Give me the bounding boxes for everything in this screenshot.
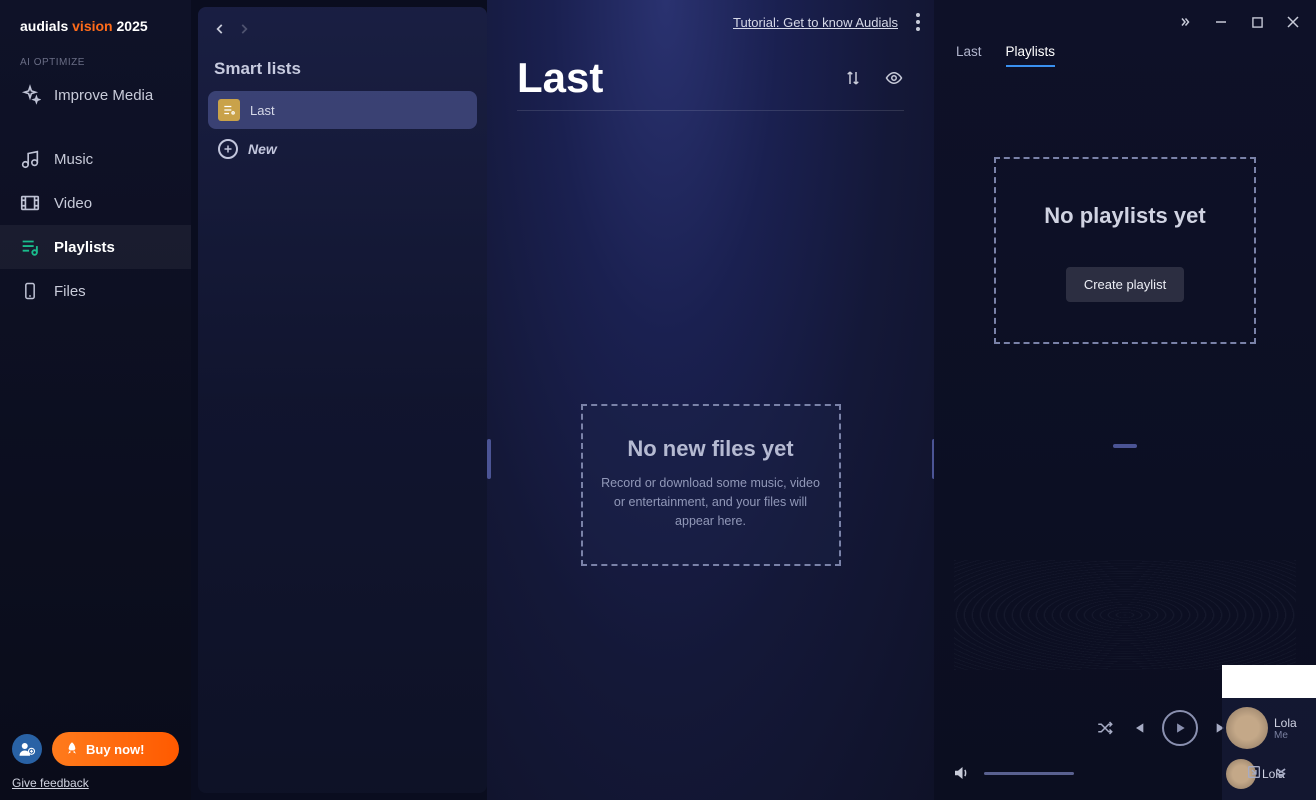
track-subtitle: Me xyxy=(1274,730,1297,741)
nav-item-label: Playlists xyxy=(54,239,115,256)
page-title: Last xyxy=(517,54,603,102)
smart-list-new-button[interactable]: New xyxy=(208,129,477,169)
nav-item-label: Files xyxy=(54,283,86,300)
play-button[interactable] xyxy=(1162,710,1198,746)
search-input-peek[interactable] xyxy=(1222,665,1316,698)
device-icon xyxy=(18,279,42,303)
main-titlebar: Tutorial: Get to know Audials xyxy=(487,0,934,44)
nav-forward-button[interactable] xyxy=(237,19,251,39)
panel-resize-handle-left[interactable] xyxy=(487,439,491,479)
logo-text-b: vision xyxy=(72,18,112,34)
empty-state-subtitle: Record or download some music, video or … xyxy=(601,474,821,530)
user-icon xyxy=(18,740,36,758)
give-feedback-link[interactable]: Give feedback xyxy=(12,776,179,790)
nav-playlists[interactable]: Playlists xyxy=(0,225,191,269)
nav-item-label: Video xyxy=(54,195,92,212)
list-tile-icon xyxy=(218,99,240,121)
maximize-button[interactable] xyxy=(1248,13,1266,31)
play-icon xyxy=(1173,721,1187,735)
nav-files[interactable]: Files xyxy=(0,269,191,313)
page-title-row: Last xyxy=(517,54,904,111)
playlist-icon xyxy=(18,235,42,259)
smart-item-label: Last xyxy=(250,103,275,118)
create-playlist-button[interactable]: Create playlist xyxy=(1066,267,1184,302)
volume-icon[interactable] xyxy=(952,764,970,782)
nav-back-button[interactable] xyxy=(213,19,227,39)
more-menu-button[interactable] xyxy=(916,13,920,31)
empty-state-title: No new files yet xyxy=(601,436,821,462)
track-thumbnail xyxy=(1226,707,1268,749)
main-content-area: Tutorial: Get to know Audials Last No ne… xyxy=(487,0,934,800)
main-body: Last No new files yet Record or download… xyxy=(487,44,934,800)
track-item[interactable]: Lola Me xyxy=(1222,702,1316,754)
volume-slider[interactable] xyxy=(984,772,1074,775)
smart-list-item-last[interactable]: Last xyxy=(208,91,477,129)
smart-lists-panel: Smart lists Last New xyxy=(198,7,487,793)
view-button[interactable] xyxy=(884,69,904,87)
sort-button[interactable] xyxy=(844,69,862,87)
sparkle-icon xyxy=(18,83,42,107)
expand-panel-button[interactable] xyxy=(1176,13,1194,31)
logo-text-c: 2025 xyxy=(117,18,148,34)
right-tabs: Last Playlists xyxy=(934,44,1316,77)
panel-drag-handle[interactable] xyxy=(1113,444,1137,448)
plus-circle-icon xyxy=(218,139,238,159)
nav-video[interactable]: Video xyxy=(0,181,191,225)
track-title: Lola xyxy=(1274,716,1297,730)
music-note-icon xyxy=(18,147,42,171)
smart-new-label: New xyxy=(248,141,277,157)
smart-lists-heading: Smart lists xyxy=(208,57,477,91)
nav-section-label: AI OPTIMIZE xyxy=(0,54,191,73)
buy-now-button[interactable]: Buy now! xyxy=(52,732,179,766)
empty-state-box: No new files yet Record or download some… xyxy=(581,404,841,566)
playlists-empty-title: No playlists yet xyxy=(1016,203,1234,229)
corner-buttons xyxy=(1246,764,1288,780)
film-icon xyxy=(18,191,42,215)
playlists-empty-box: No playlists yet Create playlist xyxy=(994,157,1256,344)
nav-item-label: Improve Media xyxy=(54,87,153,104)
logo-text-a: audials xyxy=(20,18,68,34)
soundwave-decoration xyxy=(954,560,1296,670)
app-logo: audials vision 2025 xyxy=(0,0,191,54)
rocket-icon xyxy=(64,741,80,757)
pop-out-button[interactable] xyxy=(1246,764,1262,780)
collapse-button[interactable] xyxy=(1274,764,1288,780)
tab-playlists[interactable]: Playlists xyxy=(1006,44,1056,67)
previous-button[interactable] xyxy=(1130,720,1146,736)
buy-now-label: Buy now! xyxy=(86,742,145,757)
user-avatar-button[interactable] xyxy=(12,734,42,764)
nav-improve-media[interactable]: Improve Media xyxy=(0,73,191,117)
minimize-button[interactable] xyxy=(1212,13,1230,31)
nav-music[interactable]: Music xyxy=(0,137,191,181)
sidebar-footer: Buy now! Give feedback xyxy=(0,722,191,800)
playlists-empty-wrap: No playlists yet Create playlist xyxy=(934,77,1316,344)
shuffle-button[interactable] xyxy=(1096,719,1114,737)
app-sidebar: audials vision 2025 AI OPTIMIZE Improve … xyxy=(0,0,191,800)
nav-history-arrows xyxy=(208,17,477,57)
tab-last[interactable]: Last xyxy=(956,44,982,67)
right-pane: Last Playlists No playlists yet Create p… xyxy=(934,0,1316,800)
window-controls xyxy=(934,0,1316,44)
close-button[interactable] xyxy=(1284,13,1302,31)
tutorial-link[interactable]: Tutorial: Get to know Audials xyxy=(733,15,898,30)
nav-item-label: Music xyxy=(54,151,93,168)
